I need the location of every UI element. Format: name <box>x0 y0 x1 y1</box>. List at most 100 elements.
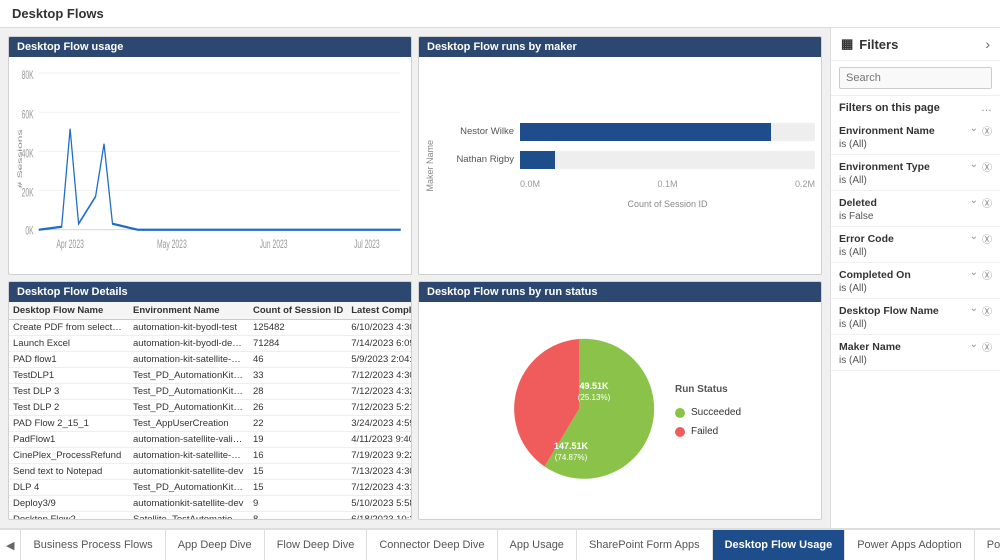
filter-item[interactable]: Maker Name ⌄ Ⓧ is (All) <box>831 335 1000 371</box>
filter-item-header: Deleted ⌄ Ⓧ <box>839 195 992 210</box>
pie-label-succeeded-pct: (74.87%) <box>555 453 588 462</box>
filter-clear-icon[interactable]: Ⓧ <box>982 231 992 246</box>
filter-expand-icon[interactable]: ⌄ <box>970 123 978 138</box>
table-cell-2: 19 <box>249 432 347 448</box>
filter-item-controls[interactable]: ⌄ Ⓧ <box>970 303 992 318</box>
filter-clear-icon[interactable]: Ⓧ <box>982 339 992 354</box>
tab-flow-deep-dive[interactable]: Flow Deep Dive <box>265 530 368 560</box>
filter-item-controls[interactable]: ⌄ Ⓧ <box>970 339 992 354</box>
legend-label-failed: Failed <box>691 426 718 437</box>
filter-item-header: Environment Type ⌄ Ⓧ <box>839 159 992 174</box>
table-cell-3: 5/10/2023 5:58:05 AM <box>347 496 411 512</box>
col-completed-on: Latest Completed On <box>347 302 411 320</box>
tab-connector-deep-dive[interactable]: Connector Deep Dive <box>367 530 497 560</box>
table-cell-1: Test_PD_AutomationKit_Satellite <box>129 384 249 400</box>
filters-close-button[interactable]: › <box>985 36 990 52</box>
filter-item-name: Environment Name <box>839 125 935 137</box>
filter-item[interactable]: Desktop Flow Name ⌄ Ⓧ is (All) <box>831 299 1000 335</box>
filter-item[interactable]: Deleted ⌄ Ⓧ is False <box>831 191 1000 227</box>
maker-row-2: Nathan Rigby <box>439 151 815 169</box>
filters-search-input[interactable] <box>839 67 992 89</box>
filter-item[interactable]: Environment Name ⌄ Ⓧ is (All) <box>831 119 1000 155</box>
pie-label-succeeded-value: 147.51K <box>554 441 589 451</box>
filter-item-header: Maker Name ⌄ Ⓧ <box>839 339 992 354</box>
filter-expand-icon[interactable]: ⌄ <box>970 231 978 246</box>
table-cell-2: 26 <box>249 400 347 416</box>
table-cell-1: automationkit-satellite-dev <box>129 464 249 480</box>
filter-item-header: Desktop Flow Name ⌄ Ⓧ <box>839 303 992 318</box>
tabs-container: Business Process FlowsApp Deep DiveFlow … <box>21 530 1000 560</box>
filter-expand-icon[interactable]: ⌄ <box>970 159 978 174</box>
filter-item-controls[interactable]: ⌄ Ⓧ <box>970 123 992 138</box>
usage-chart-title: Desktop Flow usage <box>9 37 411 57</box>
filter-item-value: is (All) <box>839 283 992 294</box>
filter-expand-icon[interactable]: ⌄ <box>970 303 978 318</box>
legend-failed: Failed <box>675 426 741 437</box>
tab-app-usage[interactable]: App Usage <box>498 530 577 560</box>
maker-chart-card: Desktop Flow runs by maker Maker Name Ne… <box>418 36 822 275</box>
tab-power[interactable]: Power <box>975 530 1000 560</box>
tab-business-process-flows[interactable]: Business Process Flows <box>21 530 165 560</box>
svg-text:# Sessions: # Sessions <box>16 129 24 188</box>
tab-desktop-flow-usage[interactable]: Desktop Flow Usage <box>713 530 846 560</box>
filter-clear-icon[interactable]: Ⓧ <box>982 195 992 210</box>
table-cell-0: PAD Flow 2_15_1 <box>9 416 129 432</box>
filter-clear-icon[interactable]: Ⓧ <box>982 303 992 318</box>
usage-chart-area: 80K 60K 40K 20K 0K Apr <box>9 57 411 274</box>
tab-power-apps-adoption[interactable]: Power Apps Adoption <box>845 530 975 560</box>
filter-item-controls[interactable]: ⌄ Ⓧ <box>970 231 992 246</box>
table-row: Desktop Flow2Satellite_TestAutomationKIT… <box>9 512 411 520</box>
filter-item-value: is (All) <box>839 139 992 150</box>
filter-clear-icon[interactable]: Ⓧ <box>982 159 992 174</box>
filter-item-controls[interactable]: ⌄ Ⓧ <box>970 195 992 210</box>
filters-section-more[interactable]: … <box>981 102 992 114</box>
filter-clear-icon[interactable]: Ⓧ <box>982 123 992 138</box>
maker-chart-title: Desktop Flow runs by maker <box>419 37 821 57</box>
filter-item[interactable]: Completed On ⌄ Ⓧ is (All) <box>831 263 1000 299</box>
filter-item-name: Completed On <box>839 269 911 281</box>
table-cell-0: Launch Excel <box>9 336 129 352</box>
pie-chart-svg: 49.51K (25.13%) 147.51K (74.87%) <box>499 329 659 489</box>
filter-expand-icon[interactable]: ⌄ <box>970 195 978 210</box>
table-cell-3: 7/19/2023 9:22:52 AM <box>347 448 411 464</box>
table-cell-0: Desktop Flow2 <box>9 512 129 520</box>
table-row: Create PDF from selected PDF page(s) - C… <box>9 320 411 336</box>
table-cell-3: 7/13/2023 4:30:51 AM <box>347 464 411 480</box>
filter-item-value: is (All) <box>839 247 992 258</box>
status-pie-container: 49.51K (25.13%) 147.51K (74.87%) Run Sta… <box>419 302 821 519</box>
table-cell-1: Test_PD_AutomationKit_Satellite <box>129 400 249 416</box>
filter-item-value: is False <box>839 211 992 222</box>
maker-x-label: Count of Session ID <box>439 199 815 209</box>
filter-icon: ▦ <box>841 36 853 52</box>
filter-expand-icon[interactable]: ⌄ <box>970 339 978 354</box>
table-cell-0: Send text to Notepad <box>9 464 129 480</box>
tab-sharepoint-form-apps[interactable]: SharePoint Form Apps <box>577 530 713 560</box>
filter-item-controls[interactable]: ⌄ Ⓧ <box>970 267 992 282</box>
table-cell-1: Test_PD_AutomationKit_Satellite <box>129 368 249 384</box>
filter-clear-icon[interactable]: Ⓧ <box>982 267 992 282</box>
table-cell-0: Test DLP 3 <box>9 384 129 400</box>
maker-bar-bg-2 <box>520 151 815 169</box>
col-session-count: Count of Session ID <box>249 302 347 320</box>
table-cell-0: DLP 4 <box>9 480 129 496</box>
maker-x-tick-1: 0.1M <box>657 179 677 189</box>
legend-succeeded: Succeeded <box>675 407 741 418</box>
filter-item-controls[interactable]: ⌄ Ⓧ <box>970 159 992 174</box>
maker-name-1: Nestor Wilke <box>439 126 514 137</box>
table-cell-3: 7/14/2023 6:09:13 PM <box>347 336 411 352</box>
filter-item[interactable]: Environment Type ⌄ Ⓧ is (All) <box>831 155 1000 191</box>
filters-title: ▦ Filters <box>841 36 898 52</box>
filters-section-label: Filters on this page <box>839 102 940 114</box>
maker-bar-1 <box>520 123 771 141</box>
filter-item[interactable]: Error Code ⌄ Ⓧ is (All) <box>831 227 1000 263</box>
table-cell-2: 16 <box>249 448 347 464</box>
maker-bar-2 <box>520 151 555 169</box>
page-title: Desktop Flows <box>0 0 1000 28</box>
filter-item-name: Desktop Flow Name <box>839 305 939 317</box>
table-cell-2: 15 <box>249 464 347 480</box>
tab-app-deep-dive[interactable]: App Deep Dive <box>166 530 265 560</box>
table-row: PAD Flow 2_15_1Test_AppUserCreation223/2… <box>9 416 411 432</box>
filter-expand-icon[interactable]: ⌄ <box>970 267 978 282</box>
details-table-container[interactable]: Desktop Flow Name Environment Name Count… <box>9 302 411 519</box>
tab-nav-left[interactable]: ◀ <box>0 530 21 560</box>
